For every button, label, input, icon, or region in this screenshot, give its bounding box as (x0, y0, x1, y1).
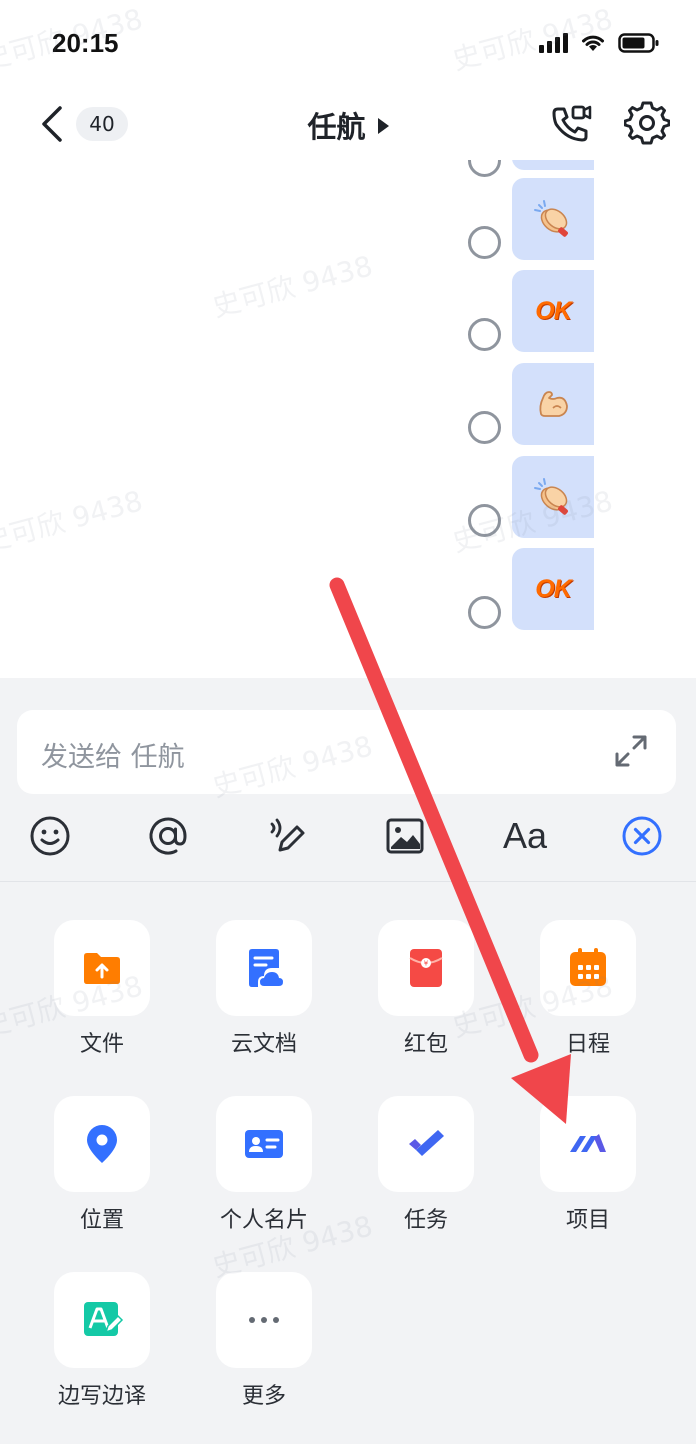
message-input[interactable]: 发送给 任航 (17, 710, 676, 794)
action-write-translate[interactable]: 边写边译 (27, 1272, 177, 1422)
action-tile[interactable] (54, 1272, 150, 1368)
action-label: 云文档 (230, 1032, 297, 1057)
select-circle[interactable] (468, 160, 501, 177)
expand-icon[interactable] (612, 732, 650, 770)
message-row: OK (0, 548, 696, 630)
message-row: OK (0, 270, 696, 352)
chat-title: 任航 (307, 110, 366, 144)
action-red-packet[interactable]: ¥ 红包 (351, 920, 501, 1070)
action-label: 边写边译 (57, 1384, 146, 1409)
status-bar: 20:15 (0, 0, 696, 88)
action-label: 任务 (403, 1208, 448, 1233)
action-calendar[interactable]: 日程 (513, 920, 663, 1070)
write-translate-icon (84, 1302, 124, 1336)
status-icons (539, 32, 660, 54)
video-call-icon[interactable] (549, 102, 593, 146)
action-task[interactable]: 任务 (351, 1096, 501, 1246)
image-button[interactable] (380, 808, 430, 864)
action-tile[interactable]: ¥ (378, 920, 474, 1016)
select-circle[interactable] (468, 226, 501, 259)
clapping-hands-sticker (534, 200, 568, 237)
divider (0, 881, 696, 882)
action-location[interactable]: 位置 (27, 1096, 177, 1246)
text-format-button[interactable]: Aa (500, 808, 550, 864)
message-bubble[interactable] (512, 160, 594, 170)
action-tile[interactable] (54, 920, 150, 1016)
folder-upload-icon (84, 953, 120, 984)
message-row (0, 178, 696, 260)
action-project[interactable]: 项目 (513, 1096, 663, 1246)
mention-button[interactable] (143, 808, 193, 864)
ok-sticker: OK (535, 574, 571, 603)
chat-header: 40 任航 (0, 88, 696, 160)
at-sign-icon (149, 817, 187, 855)
close-circle-icon (622, 816, 662, 856)
gear-icon[interactable] (624, 100, 670, 146)
message-list: OK OK (0, 160, 696, 678)
action-label: 项目 (565, 1208, 610, 1233)
action-files[interactable]: 文件 (27, 920, 177, 1070)
action-more[interactable]: 更多 (189, 1272, 339, 1422)
message-input-placeholder: 发送给 任航 (41, 742, 185, 773)
composer-toolbar: Aa (0, 808, 696, 868)
task-check-icon (409, 1130, 444, 1156)
wifi-icon (582, 35, 604, 51)
voice-pen-icon (270, 818, 305, 852)
message-bubble[interactable]: OK (512, 270, 594, 352)
action-label: 位置 (79, 1208, 124, 1233)
calendar-icon (570, 948, 606, 986)
action-cloud-docs[interactable]: 云文档 (189, 920, 339, 1070)
select-circle[interactable] (468, 504, 501, 537)
action-tile[interactable] (216, 920, 312, 1016)
composer-panel: 发送给 任航 Aa 文件 云文档 ¥ 红包 日程 位置 个人名片 任务 项目 边… (0, 678, 696, 1444)
action-tile[interactable] (54, 1096, 150, 1192)
clapping-hands-sticker (534, 478, 568, 515)
action-label: 日程 (565, 1032, 610, 1057)
image-icon (386, 818, 424, 854)
message-row (0, 456, 696, 538)
action-label: 更多 (241, 1384, 286, 1409)
voice-input-button[interactable] (261, 808, 311, 864)
message-row (0, 363, 696, 445)
message-row (0, 160, 696, 177)
action-label: 红包 (403, 1032, 448, 1057)
contact-card-icon (245, 1130, 283, 1158)
message-bubble[interactable] (512, 178, 594, 260)
action-tile[interactable] (540, 920, 636, 1016)
close-more-button[interactable] (617, 808, 667, 864)
flexed-biceps-sticker (539, 391, 568, 417)
select-circle[interactable] (468, 411, 501, 444)
action-tile[interactable] (540, 1096, 636, 1192)
action-contact-card[interactable]: 个人名片 (189, 1096, 339, 1246)
cellular-signal-icon (539, 33, 568, 53)
battery-icon (618, 33, 659, 53)
message-bubble[interactable]: OK (512, 548, 594, 630)
action-tile[interactable] (378, 1096, 474, 1192)
caret-right-icon (377, 118, 389, 134)
cloud-doc-icon (249, 949, 283, 987)
ok-sticker: OK (535, 296, 571, 325)
message-bubble[interactable] (512, 456, 594, 538)
select-circle[interactable] (468, 596, 501, 629)
svg-text:¥: ¥ (424, 960, 429, 968)
status-time: 20:15 (52, 28, 119, 58)
location-pin-icon (87, 1125, 117, 1163)
message-bubble[interactable] (512, 363, 594, 445)
emoji-button[interactable] (25, 808, 75, 864)
action-label: 个人名片 (219, 1208, 308, 1233)
project-icon (570, 1134, 606, 1152)
red-packet-icon: ¥ (409, 949, 443, 987)
emoji-icon (30, 816, 70, 856)
action-tile[interactable] (216, 1272, 312, 1368)
action-label: 文件 (79, 1032, 124, 1057)
select-circle[interactable] (468, 318, 501, 351)
more-dots-icon (249, 1317, 279, 1323)
action-tile[interactable] (216, 1096, 312, 1192)
